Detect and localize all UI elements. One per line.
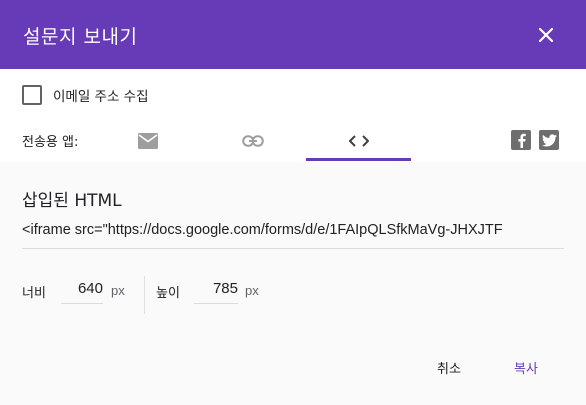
- copy-button[interactable]: 복사: [514, 358, 538, 377]
- email-icon: [138, 133, 158, 149]
- share-twitter-button[interactable]: [539, 130, 559, 150]
- active-tab-indicator: [306, 158, 411, 161]
- width-label: 너비: [22, 286, 46, 301]
- embed-code-icon: [348, 135, 369, 147]
- twitter-icon: [541, 133, 557, 146]
- embed-html-title: 삽입된 HTML: [22, 191, 122, 211]
- collect-email-checkbox[interactable]: [22, 85, 42, 105]
- dialog-header: 설문지 보내기: [0, 0, 586, 69]
- tab-embed[interactable]: [306, 120, 411, 162]
- dialog-title: 설문지 보내기: [23, 26, 138, 48]
- height-unit: px: [245, 283, 259, 298]
- width-unit: px: [111, 283, 125, 298]
- height-label: 높이: [156, 286, 180, 301]
- facebook-icon: [518, 133, 526, 148]
- collect-email-option[interactable]: 이메일 주소 수집: [22, 84, 149, 106]
- collect-email-label: 이메일 주소 수집: [53, 89, 149, 105]
- dimension-divider: [144, 276, 145, 314]
- tab-email[interactable]: [110, 120, 186, 162]
- send-via-row: 전송용 앱:: [0, 120, 586, 162]
- send-via-label: 전송용 앱:: [22, 135, 79, 150]
- close-icon[interactable]: [534, 23, 558, 47]
- embed-panel: 삽입된 HTML <iframe src="https://docs.googl…: [0, 162, 586, 405]
- link-icon: [242, 135, 264, 147]
- share-facebook-button[interactable]: [511, 130, 531, 150]
- cancel-button[interactable]: 취소: [437, 358, 461, 377]
- dimensions-row: 너비 640 px 높이 785 px: [22, 276, 322, 316]
- embed-code-field[interactable]: <iframe src="https://docs.google.com/for…: [22, 222, 564, 249]
- width-input[interactable]: 640: [61, 278, 103, 304]
- height-input[interactable]: 785: [194, 278, 238, 304]
- tab-link[interactable]: [206, 120, 300, 162]
